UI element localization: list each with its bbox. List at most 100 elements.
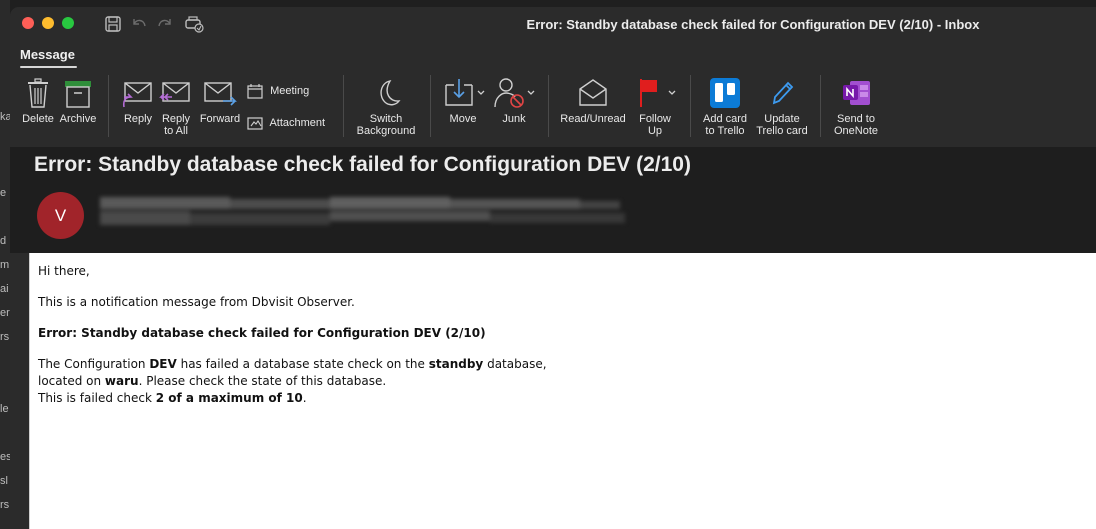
message-window: Error: Standby database check failed for… bbox=[10, 7, 1096, 529]
update-trello-label-2: Trello card bbox=[756, 125, 808, 137]
db-role: standby bbox=[428, 357, 484, 371]
avatar[interactable]: V bbox=[37, 192, 84, 239]
junk-button[interactable]: Junk bbox=[491, 77, 537, 125]
message-heading: Error: Standby database check failed for… bbox=[38, 326, 486, 340]
text-run: located on bbox=[38, 374, 105, 388]
move-button[interactable]: Move bbox=[438, 77, 488, 125]
switch-background-button[interactable]: Switch Background bbox=[352, 77, 420, 137]
read-unread-label: Read/Unread bbox=[560, 113, 626, 125]
send-to-onenote-button[interactable]: Send to OneNote bbox=[828, 77, 884, 137]
background-window-strip: ka e d m ai er rs le es sl rs bbox=[0, 0, 10, 529]
check-count: 2 of a maximum of 10 bbox=[155, 391, 303, 405]
ribbon-separator bbox=[690, 75, 691, 137]
follow-up-label-1: Follow bbox=[639, 113, 671, 125]
greeting: Hi there, bbox=[38, 264, 90, 278]
window-title: Error: Standby database check failed for… bbox=[526, 17, 980, 32]
delete-label: Delete bbox=[22, 113, 54, 125]
attachment-icon bbox=[247, 117, 263, 130]
reply-all-label-1: Reply bbox=[161, 113, 191, 125]
bg-fragment: rs bbox=[0, 331, 10, 343]
forward-icon bbox=[204, 82, 237, 106]
open-envelope-icon bbox=[579, 79, 607, 106]
bg-fragment: sl bbox=[0, 475, 8, 487]
meeting-button[interactable]: Meeting bbox=[247, 83, 309, 99]
bg-fragment: ka bbox=[0, 111, 10, 123]
reply-all-icon bbox=[159, 82, 190, 102]
save-icon[interactable] bbox=[104, 15, 122, 33]
onenote-icon bbox=[843, 81, 870, 105]
add-card-label-2: to Trello bbox=[705, 125, 745, 137]
intro-text: This is a notification message from Dbvi… bbox=[38, 295, 355, 309]
print-icon[interactable] bbox=[184, 15, 204, 33]
bg-fragment: ai bbox=[0, 283, 9, 295]
message-header: Error: Standby database check failed for… bbox=[10, 147, 1096, 253]
message-body-text: Hi there, This is a notification message… bbox=[38, 263, 547, 421]
follow-up-label-2: Up bbox=[647, 125, 663, 137]
bg-fragment: m bbox=[0, 259, 10, 271]
redo-icon[interactable] bbox=[156, 15, 174, 33]
redacted-sender-info bbox=[100, 197, 625, 225]
add-card-to-trello-button[interactable]: Add card to Trello bbox=[698, 77, 752, 137]
title-bar: Error: Standby database check failed for… bbox=[10, 7, 1096, 41]
move-label: Move bbox=[449, 113, 477, 125]
reply-all-label-2: to All bbox=[164, 125, 188, 137]
bg-fragment: er bbox=[0, 307, 10, 319]
switch-background-label-1: Switch bbox=[369, 113, 403, 125]
text-run: . bbox=[302, 391, 307, 405]
reply-all-button[interactable]: Reply to All bbox=[158, 77, 194, 137]
read-unread-button[interactable]: Read/Unread bbox=[558, 77, 628, 125]
ribbon-separator bbox=[548, 75, 549, 137]
pencil-icon bbox=[772, 81, 794, 105]
bg-fragment: le bbox=[0, 403, 9, 415]
bg-fragment: e bbox=[0, 187, 7, 199]
tab-selected-indicator bbox=[20, 66, 77, 68]
ribbon-separator bbox=[343, 75, 344, 137]
ribbon-separator bbox=[430, 75, 431, 137]
tab-message[interactable]: Message bbox=[20, 47, 75, 62]
archive-icon bbox=[65, 81, 91, 108]
update-trello-label-1: Update bbox=[764, 113, 800, 125]
text-run: This is failed check bbox=[38, 391, 156, 405]
archive-button[interactable]: Archive bbox=[58, 77, 98, 125]
details-paragraph: The Configuration DEV has failed a datab… bbox=[38, 356, 547, 407]
attachment-label: Attachment bbox=[269, 116, 326, 129]
trello-icon bbox=[710, 78, 740, 108]
host-name: waru bbox=[104, 374, 139, 388]
minimize-window-button[interactable] bbox=[42, 17, 54, 29]
ribbon: Delete Archive Reply Reply to All Forwar… bbox=[10, 69, 1096, 147]
delete-button[interactable]: Delete bbox=[18, 77, 58, 125]
reply-label: Reply bbox=[123, 113, 153, 125]
add-card-label-1: Add card bbox=[702, 113, 748, 125]
text-run: . Please check the state of this databas… bbox=[138, 374, 387, 388]
config-name: DEV bbox=[149, 357, 177, 371]
text-run: has failed a database state check on the bbox=[176, 357, 429, 371]
moon-icon bbox=[380, 80, 401, 106]
flag-icon bbox=[640, 79, 676, 107]
forward-button[interactable]: Forward bbox=[198, 77, 242, 125]
junk-label: Junk bbox=[502, 113, 526, 125]
reply-icon bbox=[122, 82, 152, 108]
move-icon bbox=[445, 79, 485, 106]
reply-button[interactable]: Reply bbox=[118, 77, 158, 125]
archive-label: Archive bbox=[59, 113, 97, 125]
zoom-window-button[interactable] bbox=[62, 17, 74, 29]
undo-icon[interactable] bbox=[130, 15, 148, 33]
message-subject: Error: Standby database check failed for… bbox=[34, 153, 691, 176]
onenote-label-2: OneNote bbox=[833, 125, 879, 137]
attachment-button[interactable]: Attachment bbox=[247, 115, 325, 131]
ribbon-separator bbox=[108, 75, 109, 137]
close-window-button[interactable] bbox=[22, 17, 34, 29]
text-run: The Configuration bbox=[38, 357, 150, 371]
text-run: database, bbox=[483, 357, 547, 371]
follow-up-button[interactable]: Follow Up bbox=[632, 77, 678, 137]
update-trello-card-button[interactable]: Update Trello card bbox=[752, 77, 812, 137]
trash-icon bbox=[28, 78, 48, 108]
bg-fragment: d bbox=[0, 235, 7, 247]
ribbon-tabs: Message bbox=[10, 41, 1096, 69]
switch-background-label-2: Background bbox=[356, 125, 416, 137]
forward-label: Forward bbox=[199, 113, 241, 125]
calendar-icon bbox=[247, 84, 263, 99]
junk-icon bbox=[494, 78, 535, 108]
bg-fragment: rs bbox=[0, 499, 10, 511]
message-body: Hi there, This is a notification message… bbox=[29, 253, 1096, 529]
